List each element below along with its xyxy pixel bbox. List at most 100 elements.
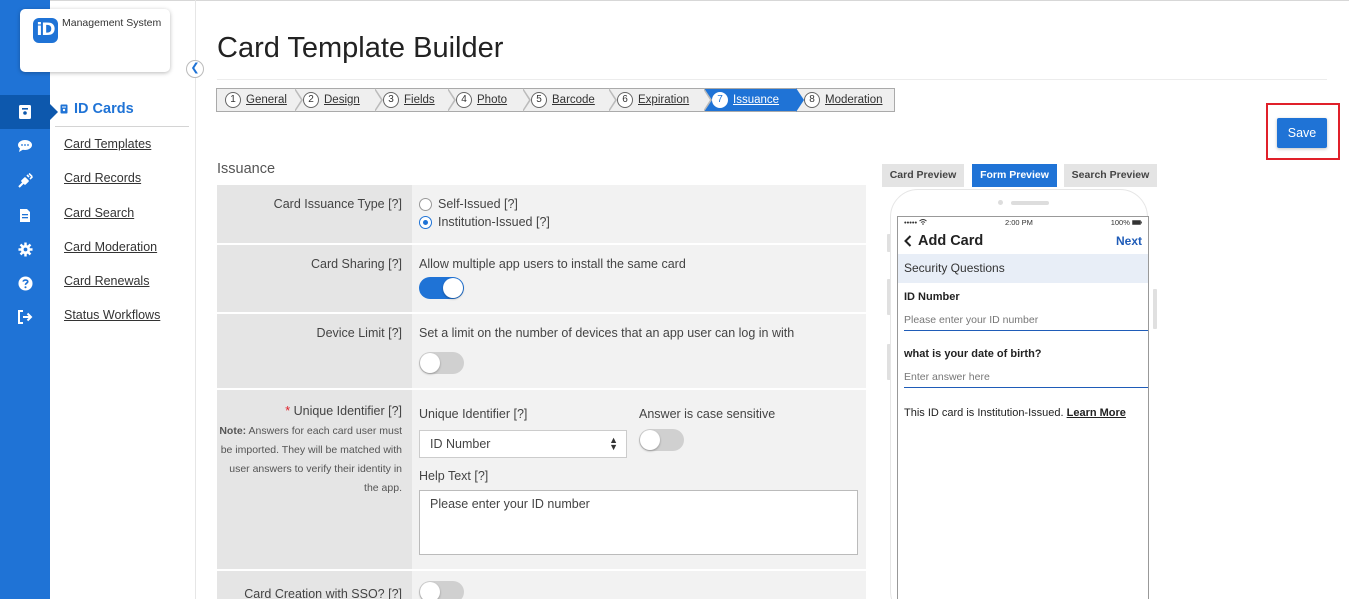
phone-status-bar: ••••• 2:00 PM 100% (898, 217, 1148, 227)
document-icon[interactable] (0, 198, 50, 232)
step-label: General (246, 94, 287, 106)
title-divider (217, 79, 1327, 80)
tab-form-preview[interactable]: Form Preview (972, 164, 1057, 187)
dob-input[interactable]: Enter answer here (904, 366, 1148, 388)
nav-divider (55, 126, 189, 127)
radio-dot[interactable] (419, 197, 432, 211)
case-sensitive-label: Answer is case sensitive (639, 407, 776, 421)
gear-icon[interactable] (0, 232, 50, 266)
select-value: ID Number (430, 437, 491, 451)
step-photo[interactable]: 4 Photo (448, 88, 531, 112)
card-sharing-label: Card Sharing [?] (217, 245, 412, 312)
step-wizard: 1 General 2 Design 3 Fields 4 Photo 5 Barcode… (216, 88, 895, 112)
save-button[interactable]: Save (1277, 118, 1327, 148)
step-label: Issuance (733, 94, 780, 106)
security-questions-header: Security Questions (898, 254, 1148, 283)
row-card-sharing: Card Sharing [?] Allow multiple app user… (217, 245, 866, 312)
help-text-label: Help Text [?] (419, 469, 489, 483)
step-number: 8 (804, 92, 820, 108)
sidebar-item-card-templates[interactable]: Card Templates (64, 137, 151, 151)
chevron-left-icon (904, 234, 912, 247)
step-label: Expiration (638, 94, 690, 106)
step-number: 5 (531, 92, 547, 108)
logout-icon[interactable] (0, 300, 50, 334)
step-label: Moderation (825, 94, 883, 106)
row-sso: Card Creation with SSO? [?] (217, 571, 866, 599)
back-button[interactable]: Add Card (904, 233, 983, 249)
sidebar-item-card-records[interactable]: Card Records (64, 171, 141, 185)
step-number: 6 (617, 92, 633, 108)
step-general[interactable]: 1 General (217, 88, 303, 112)
radio-dot[interactable] (419, 215, 432, 229)
radio-institution-issued[interactable]: Institution-Issued [?] (419, 215, 858, 229)
signal-icon: ••••• (904, 218, 928, 227)
logo-text: Management System (62, 17, 162, 29)
step-design[interactable]: 2 Design (295, 88, 383, 112)
logo[interactable]: iD Management System (20, 9, 170, 72)
radio-self-issued[interactable]: Self-Issued [?] (419, 197, 858, 211)
phone-camera (998, 200, 1003, 205)
chat-icon[interactable] (0, 129, 50, 163)
id-card-icon[interactable] (0, 95, 58, 129)
note-bold: Note: (219, 425, 247, 437)
row-unique-identifier: * Unique Identifier [?] Note: Answers fo… (217, 390, 866, 569)
step-expiration[interactable]: 6 Expiration (609, 88, 712, 112)
dob-label: what is your date of birth? (904, 348, 1042, 360)
id-number-input[interactable]: Please enter your ID number (904, 309, 1148, 331)
card-sharing-toggle[interactable] (419, 277, 464, 299)
nav-heading: ID Cards (60, 101, 134, 117)
device-limit-text: Set a limit on the number of devices tha… (419, 326, 795, 340)
step-label: Fields (404, 94, 435, 106)
sidebar-item-card-moderation[interactable]: Card Moderation (64, 240, 157, 254)
phone-button (1153, 289, 1157, 329)
row-device-limit: Device Limit [?] Set a limit on the numb… (217, 314, 866, 388)
tab-card-preview[interactable]: Card Preview (882, 164, 964, 187)
battery-indicator: 100% (1111, 218, 1142, 227)
device-limit-label: Device Limit [?] (217, 314, 412, 388)
side-nav (50, 0, 196, 599)
help-icon[interactable] (0, 266, 50, 300)
step-number: 7 (712, 92, 728, 108)
sso-label: Card Creation with SSO? [?] (217, 571, 412, 599)
card-sharing-text: Allow multiple app users to install the … (419, 257, 686, 271)
step-label: Barcode (552, 94, 595, 106)
sidebar-item-card-search[interactable]: Card Search (64, 206, 134, 220)
next-button[interactable]: Next (1116, 234, 1142, 248)
tab-search-preview[interactable]: Search Preview (1064, 164, 1157, 187)
select-caret-icon: ▲ ▼ (609, 435, 618, 452)
step-number: 4 (456, 92, 472, 108)
phone-screen: ••••• 2:00 PM 100% Add Card Next Securit… (897, 216, 1149, 599)
sidebar-item-card-renewals[interactable]: Card Renewals (64, 274, 149, 288)
row-issuance-type: Card Issuance Type [?] Self-Issued [?] I… (217, 185, 866, 243)
required-mark: * (285, 404, 291, 418)
step-barcode[interactable]: 5 Barcode (523, 88, 617, 112)
issuance-type-label: Card Issuance Type [?] (217, 185, 412, 243)
section-label: Issuance (217, 161, 276, 177)
sso-toggle[interactable] (419, 581, 464, 599)
top-border (0, 0, 1349, 1)
learn-more-link[interactable]: Learn More (1067, 407, 1126, 419)
radio-label: Self-Issued [?] (438, 197, 518, 211)
device-limit-toggle[interactable] (419, 352, 464, 374)
id-number-label: ID Number (904, 291, 960, 303)
status-time: 2:00 PM (1005, 218, 1033, 227)
phone-preview: ••••• 2:00 PM 100% Add Card Next Securit… (883, 189, 1158, 599)
id-card-small-icon (60, 104, 68, 114)
icon-rail (0, 0, 58, 599)
sidebar-item-status-workflows[interactable]: Status Workflows (64, 308, 160, 322)
phone-speaker (1011, 201, 1049, 205)
case-sensitive-toggle[interactable] (639, 429, 684, 451)
step-issuance[interactable]: 7 Issuance (704, 88, 804, 112)
step-moderation[interactable]: 8 Moderation (796, 89, 894, 111)
step-number: 2 (303, 92, 319, 108)
unique-identifier-select[interactable]: ID Number ▲ ▼ (419, 430, 627, 458)
unique-identifier-label: Unique Identifier [?] (293, 404, 402, 418)
step-fields[interactable]: 3 Fields (375, 88, 456, 112)
step-number: 1 (225, 92, 241, 108)
step-label: Design (324, 94, 360, 106)
nav-heading-label: ID Cards (74, 101, 134, 117)
help-text-input[interactable]: Please enter your ID number (419, 490, 858, 555)
plug-icon[interactable] (0, 164, 50, 198)
phone-navbar: Add Card Next (898, 227, 1148, 254)
collapse-sidebar-button[interactable]: ❮ (186, 60, 204, 78)
